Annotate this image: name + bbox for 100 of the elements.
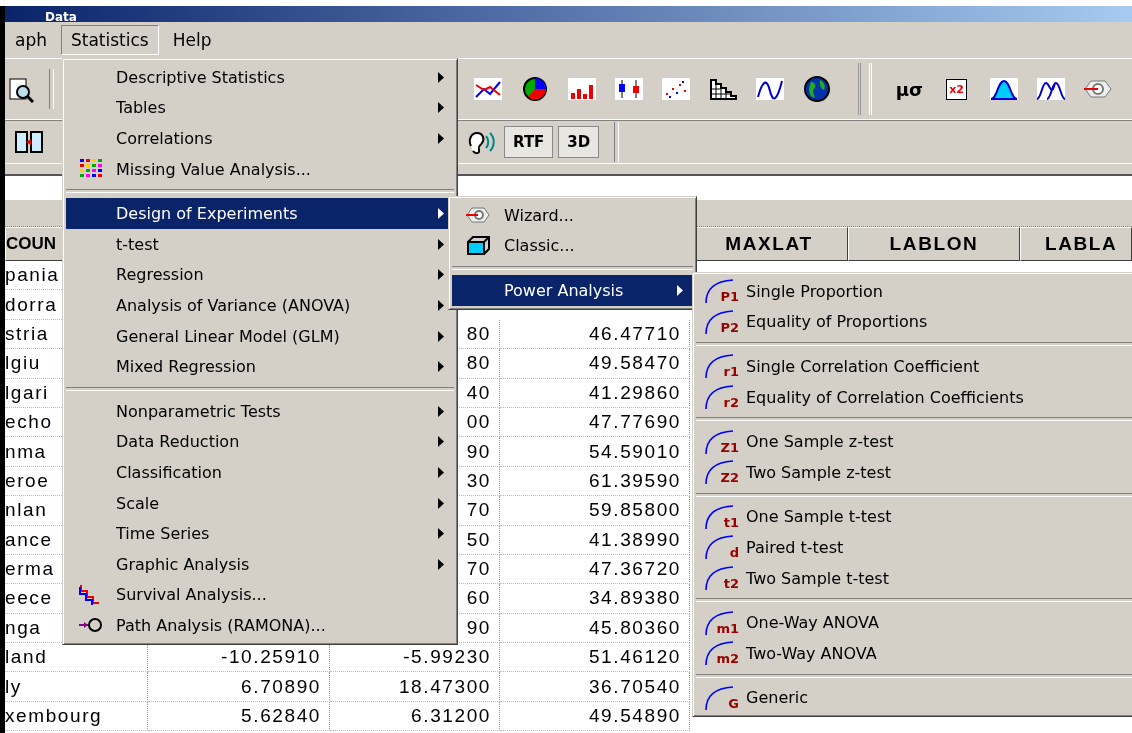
table-cell: 54.59010 [588,440,681,463]
menu-item[interactable]: General Linear Model (GLM) [66,320,454,352]
table-cell: 51.46120 [588,646,681,669]
menu-item[interactable]: Correlations [66,123,454,154]
table-cell: 00 [466,411,491,434]
table-icon[interactable]: x2 [946,78,967,100]
menu-item[interactable]: Data Reduction [66,426,454,458]
menu-item[interactable]: m2 Two-Way ANOVA [696,637,1132,669]
toolbar-button[interactable]: 3D [558,126,600,158]
table-cell: 49.58470 [588,352,681,375]
menu-item[interactable]: G Generic [696,682,1132,714]
menu-item[interactable]: Power Analysis [452,275,693,306]
table-cell: lgiu [5,352,41,375]
menu-item[interactable]: Descriptive Statistics [66,62,454,93]
submenu-arrow-icon [438,361,444,373]
table-cell: erma [5,558,55,581]
menu-item[interactable]: Survival Analysis... [66,579,454,611]
menu-item[interactable]: d Paired t-test [696,532,1132,563]
table-cell: 5.62840 [241,705,321,728]
box-plot-icon[interactable] [613,75,644,103]
table-cell: ance [5,528,53,551]
menu-bar-item[interactable]: aph [5,25,57,55]
globe-icon[interactable] [801,75,832,103]
table-cell: echo [5,411,53,434]
menu-bar-item[interactable]: Help [162,25,222,55]
menu-item[interactable]: Scale [66,487,454,519]
table-cell: nga [5,616,42,639]
table-cell: nlan [5,499,48,522]
cube-icon [465,233,491,258]
table-cell: 61.39590 [588,469,681,492]
table-cell: ly [5,675,22,698]
curve-icon[interactable] [754,75,785,103]
table-cell: stria [5,322,49,345]
bell-curve-icon[interactable] [988,75,1019,103]
submenu-arrow-icon [438,208,444,220]
table-cell: 40 [466,381,491,404]
table-cell: 70 [466,499,491,522]
double-bell-curve-icon[interactable] [1035,75,1066,103]
table-cell: 90 [466,616,491,639]
table-cell: eece [5,587,53,610]
table-cell: 90 [466,440,491,463]
window-title: Data [44,9,77,22]
submenu-arrow-icon [438,405,444,417]
table-cell: 47.36720 [588,558,681,581]
table-cell: 41.38990 [588,528,681,551]
line-chart-icon[interactable] [472,75,503,103]
submenu-arrow-icon [438,330,444,342]
menu-item[interactable]: Classic... [452,230,693,262]
menu-bar-item[interactable]: Statistics [61,25,159,55]
menu-item[interactable]: Z2 Two Sample z-test [696,456,1132,488]
menu-item[interactable]: r1 Single Correlation Coefficient [696,351,1132,382]
table-cell: 59.85800 [588,499,681,522]
submenu-arrow-icon [438,133,444,144]
submenu-arrow-icon [438,269,444,281]
table-cell: 18.47300 [398,675,491,698]
submenu-arrow-icon [677,285,683,296]
table-cell: 70 [466,558,491,581]
table-cell: 6.31200 [411,705,491,728]
print-preview-icon[interactable] [7,75,37,103]
table-cell: 6.70890 [241,675,321,698]
table-cell: dorra [5,293,58,316]
table-cell: pania [5,264,60,287]
table-cell: 47.77690 [588,411,681,434]
submenu-arrow-icon [438,299,444,311]
toolbar-grip[interactable] [858,63,872,115]
table-cell: 30 [466,469,491,492]
menu-item[interactable]: Path Analysis (RAMONA)... [66,610,454,641]
menu-item[interactable]: P1 Single Proportion [696,276,1132,307]
menu-item[interactable]: t2 Two Sample t-test [696,562,1132,594]
menu-item[interactable]: Classification [66,457,454,488]
menu-item[interactable]: t1 One Sample t-test [696,501,1132,533]
menu-item[interactable]: m1 One-Way ANOVA [696,607,1132,638]
submenu-arrow-icon [438,238,444,250]
menu-item[interactable]: Missing Value Analysis... [66,153,454,185]
menu-item[interactable]: Graphic Analysis [66,548,454,580]
submenu-arrow-icon [438,558,444,570]
submenu-arrow-icon [438,528,444,540]
table-cell: -10.25910 [221,646,321,669]
menu-item[interactable]: Time Series [66,518,454,549]
menu-item[interactable]: r2 Equality of Correlation Coefficients [696,381,1132,413]
table-cell: 46.47710 [588,322,681,345]
mu-sigma-icon[interactable]: μσ [895,78,924,100]
columns-icon[interactable] [13,128,44,156]
menu-item[interactable]: Wizard... [452,200,693,231]
table-cell: xembourg [5,705,103,728]
table-cell: 80 [466,322,491,345]
bar-chart-icon[interactable] [566,75,597,103]
table-cell: -5.99230 [403,646,491,669]
table-cell: nma [5,440,47,463]
menu-item[interactable]: Nonparametric Tests [66,395,454,427]
toolbar-button[interactable]: RTF [504,126,554,158]
submenu-arrow-icon [438,436,444,448]
submenu-arrow-icon [438,466,444,478]
table-cell: 34.89380 [588,587,681,610]
scatter-plot-icon[interactable] [660,75,691,103]
menu-item[interactable]: Mixed Regression [66,351,454,382]
menu-item[interactable]: Z1 One Sample z-test [696,426,1132,457]
menu-item[interactable]: Tables [66,92,454,124]
table-cell: 45.80360 [588,616,681,639]
menu-item[interactable]: P2 Equality of Proportions [696,306,1132,338]
